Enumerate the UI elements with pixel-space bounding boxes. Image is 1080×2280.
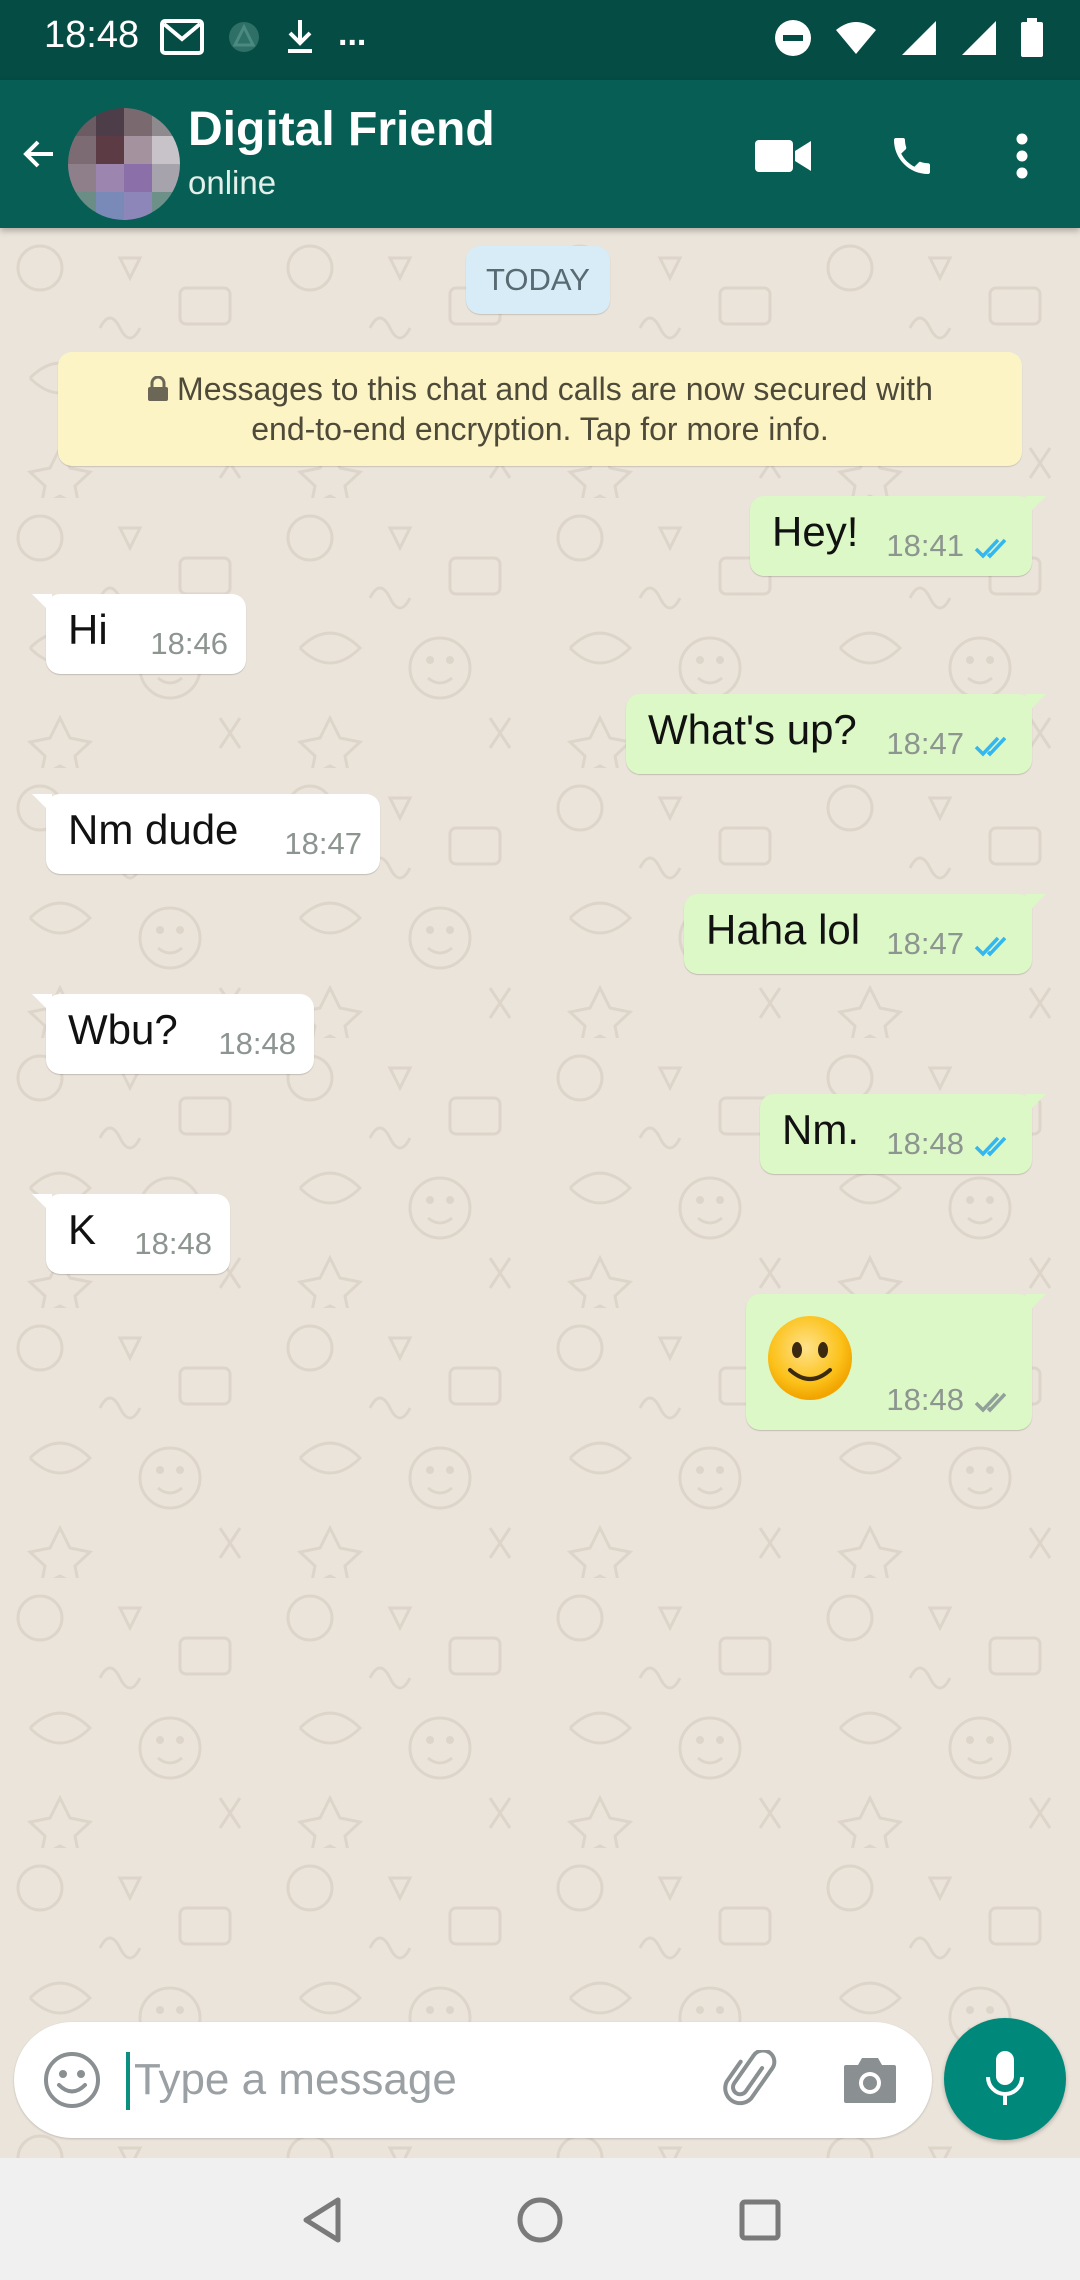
message-text: Wbu? — [68, 1006, 178, 1053]
message-bubble-incoming[interactable]: K 18:48 — [32, 1194, 230, 1274]
emoji-button[interactable] — [34, 2042, 110, 2118]
voice-message-button[interactable] — [944, 2018, 1066, 2140]
nav-back-button[interactable] — [286, 2184, 358, 2256]
system-nav-bar — [0, 2158, 1080, 2280]
message-time: 18:47 — [886, 726, 964, 761]
message-composer — [14, 2022, 932, 2138]
message-text: Hi — [68, 606, 108, 653]
message-time: 18:41 — [886, 528, 964, 563]
camera-icon — [844, 2058, 896, 2103]
read-ticks-icon — [974, 936, 1007, 957]
status-time: 18:48 — [44, 14, 140, 56]
wifi-icon — [836, 22, 876, 54]
back-triangle-icon — [303, 2197, 341, 2243]
date-chip: TODAY — [466, 246, 610, 314]
message-time: 18:48 — [134, 1226, 212, 1261]
system-icons — [774, 18, 1044, 58]
contact-status: online — [188, 164, 277, 201]
text-cursor — [126, 2052, 130, 2110]
message-bubble-outgoing-emoji[interactable]: 18:48 — [746, 1294, 1046, 1430]
signal-icon — [902, 21, 936, 55]
back-button[interactable] — [14, 124, 62, 184]
message-text: K — [68, 1206, 97, 1253]
home-circle-icon — [517, 2197, 563, 2243]
message-time: 18:47 — [284, 826, 362, 861]
attach-button[interactable] — [716, 2044, 788, 2116]
microphone-icon — [986, 2051, 1024, 2105]
message-text: What's up? — [648, 706, 857, 753]
encryption-notice[interactable]: Messages to this chat and calls are now … — [58, 352, 1022, 466]
message-bubble-outgoing[interactable]: Hey! 18:41 — [750, 496, 1046, 576]
voice-call-icon — [894, 138, 930, 174]
more-options-icon — [1016, 133, 1028, 179]
message-time: 18:48 — [886, 1126, 964, 1161]
arrow-left-icon — [23, 140, 53, 168]
message-time: 18:48 — [218, 1026, 296, 1061]
message-bubble-outgoing[interactable]: What's up? 18:47 — [626, 694, 1046, 774]
read-ticks-icon — [974, 1136, 1007, 1157]
emoji-icon — [44, 2052, 100, 2108]
message-bubble-incoming[interactable]: Wbu? 18:48 — [32, 994, 314, 1074]
delivered-ticks-icon — [974, 1392, 1007, 1413]
message-input[interactable] — [134, 2050, 694, 2110]
message-time: 18:46 — [150, 626, 228, 661]
status-bar: 18:48 ... — [0, 0, 1080, 80]
message-text: Haha lol — [706, 906, 861, 953]
video-call-button[interactable] — [746, 118, 822, 194]
do-not-disturb-icon — [775, 20, 811, 56]
read-ticks-icon — [974, 736, 1007, 757]
app-notification-icon — [229, 22, 259, 52]
message-bubble-incoming[interactable]: Hi 18:46 — [32, 594, 246, 674]
camera-button[interactable] — [834, 2044, 906, 2116]
recents-square-icon — [739, 2199, 781, 2241]
message-time: 18:47 — [886, 926, 964, 961]
avatar[interactable] — [68, 108, 180, 220]
download-icon — [288, 20, 312, 53]
message-text: Hey! — [772, 508, 859, 555]
notification-icons: ... — [160, 14, 367, 56]
more-notifications-icon: ... — [338, 14, 367, 53]
chat-header: Digital Friend online — [0, 80, 1080, 228]
read-ticks-icon — [974, 538, 1007, 559]
voice-call-button[interactable] — [874, 118, 950, 194]
contact-name[interactable]: Digital Friend — [188, 102, 495, 157]
slightly-smiling-face-icon — [768, 1316, 852, 1400]
nav-recents-button[interactable] — [724, 2184, 796, 2256]
nav-home-button[interactable] — [504, 2184, 576, 2256]
signal-icon — [962, 21, 996, 55]
message-text: Nm dude — [68, 806, 239, 853]
chat-area[interactable]: TODAY Messages to this chat and calls ar… — [0, 228, 1080, 2158]
lock-icon — [148, 375, 169, 401]
encryption-notice-line1: Messages to this chat and calls are now … — [177, 371, 933, 407]
message-bubble-outgoing[interactable]: Nm. 18:48 — [760, 1094, 1046, 1174]
video-call-icon — [755, 140, 811, 172]
message-text: Nm. — [782, 1106, 859, 1153]
message-time: 18:48 — [886, 1382, 964, 1417]
gmail-icon — [160, 19, 204, 55]
more-options-button[interactable] — [984, 118, 1060, 194]
encryption-notice-line2: end-to-end encryption. Tap for more info… — [251, 411, 829, 447]
battery-icon — [1021, 18, 1043, 57]
message-bubble-incoming[interactable]: Nm dude 18:47 — [32, 794, 380, 874]
paperclip-icon — [723, 2050, 777, 2106]
message-bubble-outgoing[interactable]: Haha lol 18:47 — [684, 894, 1046, 974]
